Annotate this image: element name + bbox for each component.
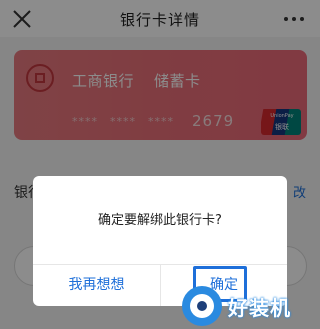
- watermark-text: 好装机: [228, 296, 291, 320]
- dialog-message: 确定要解绑此银行卡?: [98, 213, 222, 228]
- watermark: 好装机: [182, 286, 316, 326]
- watermark-logo-icon: [182, 286, 222, 326]
- cancel-button[interactable]: 我再想想: [33, 265, 160, 306]
